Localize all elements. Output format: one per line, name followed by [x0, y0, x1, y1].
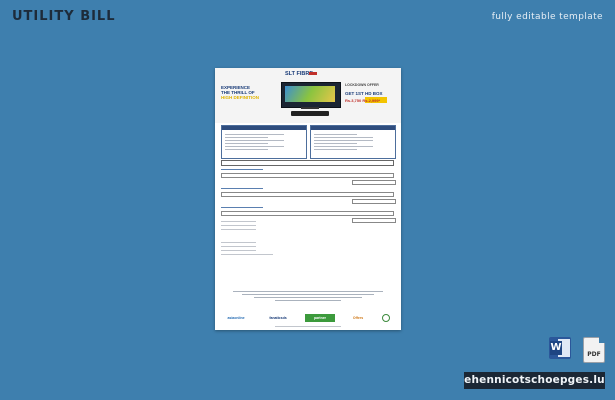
- footer-line: [274, 300, 342, 301]
- table-row: [221, 173, 394, 178]
- partner-logo-2: fanaticsds: [269, 316, 287, 320]
- section-label: [221, 207, 263, 208]
- brand-tag: [309, 72, 317, 75]
- set-top-box-image: [291, 111, 329, 116]
- pdf-file-icon[interactable]: PDF: [583, 337, 605, 363]
- offer-price: Rs.3,750 Rs.2,999*: [345, 98, 381, 103]
- billing-details-box: [221, 125, 307, 159]
- charges-table: [221, 160, 396, 225]
- table-row: [221, 192, 394, 197]
- customer-details-box: [310, 125, 396, 159]
- table-header: [221, 160, 394, 166]
- footer-line: [241, 294, 375, 295]
- partner-logos: asiaonline fanaticsds partner Offers: [221, 314, 396, 324]
- bill-summary: [221, 218, 394, 258]
- table-row: [221, 211, 394, 216]
- text-line: [225, 149, 268, 150]
- tv-screen-image: [285, 86, 335, 102]
- offer-label: LOCKDOWN OFFER: [345, 83, 379, 87]
- footer-line: [254, 297, 362, 298]
- pdf-label: PDF: [587, 351, 601, 358]
- watermark-banner: ehennicotschoepges.lu: [464, 372, 605, 389]
- promo-slogan: EXPERIENCE THE THRILL OF HIGH DEFINITION: [221, 85, 281, 100]
- text-line: [225, 146, 284, 147]
- section-label: [221, 169, 263, 170]
- page-title: UTILITY BILL: [12, 9, 116, 24]
- bill-preview[interactable]: SLT FIBRE EXPERIENCE THE THRILL OF HIGH …: [215, 68, 401, 330]
- text-line: [225, 137, 268, 138]
- summary-line: [221, 225, 256, 226]
- partner-logo-1: asiaonline: [227, 316, 245, 320]
- text-line: [225, 140, 284, 141]
- summary-line: [221, 221, 256, 222]
- partner-logo-5: [379, 314, 393, 322]
- word-letter: W: [550, 341, 562, 355]
- partner-logo-4: Offers: [352, 316, 364, 320]
- text-line: [225, 134, 284, 135]
- text-line: [314, 140, 373, 141]
- summary-line: [221, 229, 256, 230]
- promo-banner: SLT FIBRE EXPERIENCE THE THRILL OF HIGH …: [215, 68, 401, 123]
- subtotal-cell: [352, 199, 396, 204]
- offer-title: GET 1ST HD BOX: [345, 91, 383, 96]
- word-file-icon[interactable]: W: [549, 337, 571, 359]
- text-line: [314, 149, 357, 150]
- text-line: [314, 134, 357, 135]
- summary-line: [221, 250, 256, 251]
- summary-line: [221, 246, 256, 247]
- page-subtitle: fully editable template: [491, 12, 603, 22]
- seal-icon: [382, 314, 390, 322]
- partner-logo-3: partner: [305, 314, 335, 322]
- slogan-highlight: HIGH DEFINITION: [221, 95, 259, 100]
- text-line: [225, 143, 268, 144]
- pdf-fold-corner: [599, 337, 605, 343]
- text-line: [314, 143, 357, 144]
- text-line: [314, 146, 373, 147]
- footer-line: [233, 291, 383, 292]
- page-footer-line: [275, 326, 341, 327]
- summary-line: [221, 242, 256, 243]
- text-line: [314, 137, 373, 138]
- section-label: [221, 188, 263, 189]
- subtotal-cell: [352, 180, 396, 185]
- tv-stand: [301, 107, 319, 109]
- footer-notes: [225, 289, 391, 303]
- summary-line: [221, 254, 273, 255]
